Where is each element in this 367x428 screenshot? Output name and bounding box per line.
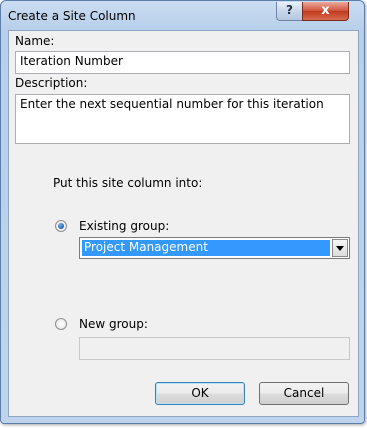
close-button[interactable]: x <box>302 2 349 21</box>
existing-group-select[interactable]: Project Management <box>79 237 350 259</box>
existing-group-selected-value: Project Management <box>82 240 330 256</box>
existing-group-radio[interactable] <box>55 220 67 232</box>
dialog-body: Name: Iteration Number Description: Ente… <box>8 30 359 417</box>
help-button[interactable]: ? <box>276 2 303 21</box>
description-label: Description: <box>15 76 88 90</box>
new-group-radio[interactable] <box>55 318 67 330</box>
dialog-title: Create a Site Column <box>8 9 136 23</box>
put-into-label: Put this site column into: <box>53 176 203 190</box>
cancel-button[interactable]: Cancel <box>259 382 349 405</box>
create-site-column-dialog: Create a Site Column ? x Name: Iteration… <box>0 0 365 424</box>
radio-selected-dot <box>58 223 64 229</box>
dropdown-arrow-icon[interactable] <box>332 239 348 257</box>
name-input[interactable]: Iteration Number <box>15 51 350 74</box>
description-input[interactable]: Enter the next sequential number for thi… <box>15 94 350 144</box>
new-group-label[interactable]: New group: <box>79 317 148 331</box>
new-group-input[interactable] <box>79 337 350 360</box>
name-label: Name: <box>15 34 55 48</box>
existing-group-label[interactable]: Existing group: <box>79 219 169 233</box>
ok-button[interactable]: OK <box>155 382 245 405</box>
